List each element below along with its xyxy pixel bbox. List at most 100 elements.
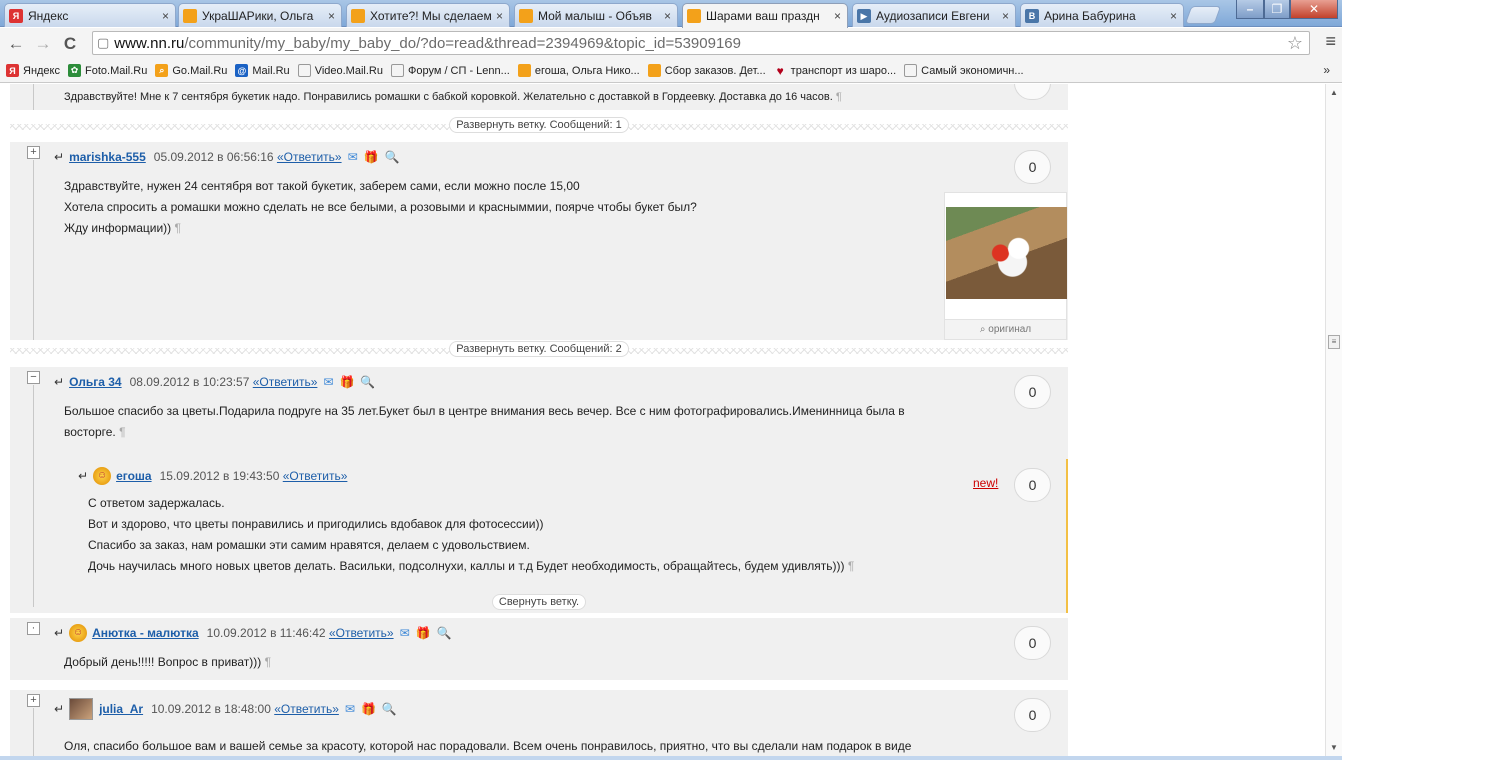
menu-icon[interactable]: ≡	[1325, 31, 1336, 52]
close-icon[interactable]: ×	[834, 9, 841, 23]
tab-label: Хотите?! Мы сделаем	[370, 8, 492, 23]
tab-audio[interactable]: ▶ Аудиозаписи Евгени ×	[852, 3, 1016, 27]
bookmarks-bar: Я Яндекс ✿ Foto.Mail.Ru ⌕ Go.Mail.Ru @ Mail.…	[0, 59, 1342, 83]
tab-sharami-active[interactable]: Шарами ваш праздн ×	[682, 3, 848, 28]
reply-link[interactable]: «Ответить»	[277, 150, 342, 164]
search-icon[interactable]: 🔍	[382, 702, 397, 716]
bookmark-mail[interactable]: @ Mail.Ru	[235, 64, 290, 77]
bookmark-forum[interactable]: Форум / СП - Lenn...	[390, 64, 510, 77]
bookmark-egosha[interactable]: егоша, Ольга Нико...	[517, 64, 640, 77]
close-icon[interactable]: ×	[162, 9, 169, 23]
page-content: Здравствуйте! Мне к 7 сентября букетик н…	[0, 84, 1325, 756]
search-icon[interactable]: 🔍	[437, 626, 452, 640]
tab-yandex[interactable]: Я Яндекс ×	[4, 3, 176, 27]
bookmark-transport[interactable]: ♥ транспорт из шаро...	[774, 64, 897, 78]
comment-date: 15.09.2012 в 19:43:50	[159, 469, 280, 483]
site-favicon-icon	[183, 8, 197, 23]
tab-ukrasharik[interactable]: УкраШАРики, Ольга ×	[178, 3, 342, 27]
comment-header: ↵ marishka-555 05.09.2012 в 06:56:16 «От…	[54, 150, 400, 164]
author-link[interactable]: marishka-555	[69, 150, 146, 164]
expand-toggle[interactable]: +	[27, 146, 40, 159]
bookmark-label: егоша, Ольга Нико...	[534, 64, 640, 77]
site-favicon-icon	[351, 8, 365, 23]
bookmark-label: Форум / СП - Lenn...	[407, 64, 510, 77]
vote-counter[interactable]: 0	[1014, 698, 1051, 732]
scroll-thumb[interactable]: ≡	[1328, 335, 1340, 349]
vote-counter[interactable]: 0	[1014, 626, 1051, 660]
expand-toggle[interactable]: +	[27, 694, 40, 707]
reply-link[interactable]: «Ответить»	[274, 702, 339, 716]
tab-label: Яндекс	[28, 8, 69, 23]
comment-line: Здравствуйте, нужен 24 сентября вот тако…	[64, 179, 580, 193]
search-icon[interactable]: 🔍	[360, 375, 375, 389]
tab-moi-malysh[interactable]: Мой малыш - Объяв ×	[514, 3, 678, 27]
bookmark-sbor[interactable]: Сбор заказов. Дет...	[647, 64, 766, 77]
vertical-scrollbar[interactable]: ▲ ≡ ▼	[1325, 84, 1342, 756]
vk-icon: В	[1025, 8, 1039, 23]
vote-counter[interactable]: 0	[1014, 468, 1051, 502]
close-icon[interactable]: ×	[1002, 9, 1009, 23]
tab-hotite[interactable]: Хотите?! Мы сделаем ×	[346, 3, 510, 27]
thread-toggle[interactable]: ·	[27, 622, 40, 635]
reply-link[interactable]: «Ответить»	[283, 469, 348, 483]
close-icon[interactable]: ×	[328, 9, 335, 23]
flower-bouquet-photo[interactable]	[946, 207, 1067, 299]
mail-icon[interactable]: ✉	[348, 150, 358, 164]
vote-counter[interactable]	[1014, 84, 1051, 100]
mail-icon[interactable]: ✉	[323, 375, 333, 389]
author-link[interactable]: егоша	[116, 469, 152, 483]
minimize-button[interactable]: –	[1236, 0, 1264, 19]
bookmark-foto-mail[interactable]: ✿ Foto.Mail.Ru	[68, 64, 147, 77]
new-tab-button[interactable]	[1184, 6, 1222, 24]
avatar[interactable]	[69, 698, 94, 720]
new-badge[interactable]: new!	[973, 476, 998, 490]
comment-header: ↵ Ольга 34 08.09.2012 в 10:23:57 «Ответи…	[54, 375, 375, 389]
comment-julia: + ↵ julia_Ar 10.09.2012 в 18:48:00 «Отве…	[10, 690, 1068, 756]
scroll-up-icon[interactable]: ▲	[1330, 88, 1338, 97]
gift-icon[interactable]: 🎁	[339, 375, 354, 389]
address-bar[interactable]: ▢ www.nn.ru /community/my_baby/my_baby_d…	[92, 31, 1310, 55]
attached-photo[interactable]: ⌕ оригинал	[944, 192, 1067, 340]
tab-strip: Я Яндекс × УкраШАРики, Ольга × Хотите?! …	[0, 0, 1342, 28]
search-icon[interactable]: 🔍	[385, 150, 400, 164]
gift-icon[interactable]: 🎁	[361, 702, 376, 716]
close-icon[interactable]: ×	[496, 9, 503, 23]
gift-icon[interactable]: 🎁	[364, 150, 379, 164]
mail-at-icon: @	[235, 64, 249, 77]
maximize-button[interactable]: ❐	[1264, 0, 1290, 19]
close-icon[interactable]: ×	[1170, 9, 1177, 23]
vote-counter[interactable]: 0	[1014, 150, 1051, 184]
bookmarks-overflow-icon[interactable]: »	[1323, 63, 1330, 77]
mail-icon[interactable]: ✉	[345, 702, 355, 716]
author-link[interactable]: Анютка - малютка	[92, 626, 199, 640]
scroll-down-icon[interactable]: ▼	[1330, 743, 1338, 752]
comment-text: Большое спасибо за цветы.Подарила подруг…	[64, 401, 905, 443]
bookmark-star-icon[interactable]: ☆	[1287, 33, 1303, 54]
expand-thread-2[interactable]: Развернуть ветку. Сообщений: 2	[10, 340, 1068, 358]
reply-link[interactable]: «Ответить»	[253, 375, 318, 389]
vote-counter[interactable]: 0	[1014, 375, 1051, 409]
comment-text: Оля, спасибо большое вам и вашей семье з…	[64, 736, 911, 756]
comment-top-partial: Здравствуйте! Мне к 7 сентября букетик н…	[10, 84, 1068, 110]
mail-icon[interactable]: ✉	[400, 626, 410, 640]
bookmark-go-mail[interactable]: ⌕ Go.Mail.Ru	[155, 64, 227, 77]
tab-label: Арина Бабурина	[1044, 8, 1136, 23]
bookmark-yandex[interactable]: Я Яндекс	[6, 64, 60, 77]
close-window-button[interactable]: ✕	[1290, 0, 1338, 19]
gift-icon[interactable]: 🎁	[416, 626, 431, 640]
reply-link[interactable]: «Ответить»	[329, 626, 394, 640]
back-button[interactable]: ←	[5, 33, 27, 55]
expand-thread-1[interactable]: Развернуть ветку. Сообщений: 1	[10, 116, 1068, 134]
collapse-thread[interactable]: Свернуть ветку.	[10, 593, 1068, 611]
original-link[interactable]: ⌕ оригинал	[945, 319, 1066, 339]
reload-button[interactable]: C	[59, 33, 81, 55]
author-link[interactable]: julia_Ar	[99, 702, 143, 716]
close-icon[interactable]: ×	[664, 9, 671, 23]
bookmark-video-mail[interactable]: Video.Mail.Ru	[297, 64, 383, 77]
forward-button[interactable]: →	[32, 33, 54, 55]
author-link[interactable]: Ольга 34	[69, 375, 122, 389]
bookmark-ekonom[interactable]: Самый экономичн...	[904, 64, 1024, 77]
user-badge-icon: ☺	[69, 624, 88, 642]
collapse-toggle[interactable]: −	[27, 371, 40, 384]
tab-arina[interactable]: В Арина Бабурина ×	[1020, 3, 1184, 27]
